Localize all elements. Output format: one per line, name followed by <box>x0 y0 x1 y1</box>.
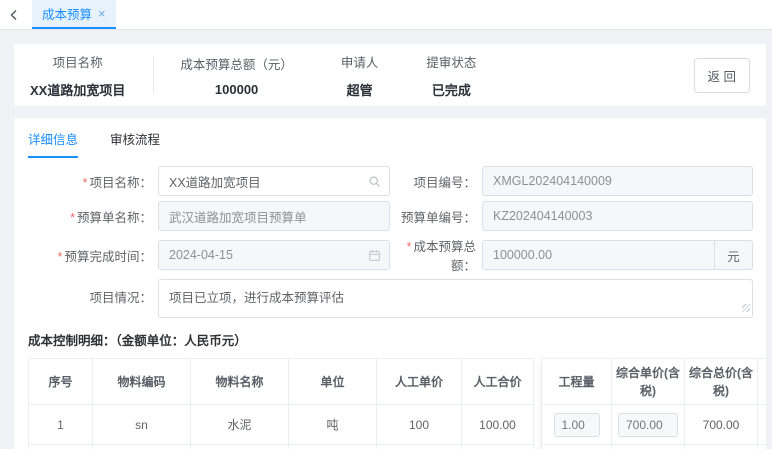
col-unit: 单位 <box>289 359 377 405</box>
form-row-3: *预算完成时间： *成本预算总额： 元 <box>28 236 766 274</box>
summary-label: 项目名称 <box>30 52 125 71</box>
col-labor-total: 人工合价 <box>462 359 534 405</box>
tab-close-icon[interactable]: × <box>98 7 106 20</box>
total-amount-input <box>482 240 715 270</box>
col-labor-price: 人工单价 <box>377 359 462 405</box>
form-row-2: *预算单名称： 预算单编号： <box>28 201 766 231</box>
cell-labor-total: 200.00 <box>462 445 534 449</box>
col-material-name: 物料名称 <box>191 359 289 405</box>
summary-total-budget: 成本预算总额（元） 100000 <box>180 54 293 97</box>
cost-detail-table: 序号 物料编码 物料名称 单位 人工单价 人工合价 1 sn 水泥 吨 100 … <box>28 358 766 449</box>
back-chevron-icon[interactable] <box>0 0 28 29</box>
col-composite-total-price: 综合总价(含税) <box>685 359 758 405</box>
project-code-label: 项目编号： <box>390 172 476 191</box>
required-mark: * <box>70 211 75 225</box>
cell-labor-price: 100 <box>377 405 462 445</box>
col-composite-unit-price: 综合单价(含税) <box>612 359 685 405</box>
required-mark: * <box>407 240 412 254</box>
required-mark: * <box>58 250 63 264</box>
main-card: 详细信息 审核流程 *项目名称： 项目编号： *预算单名称： 预算单编号： <box>14 118 766 449</box>
summary-review-status: 提审状态 已完成 <box>426 52 476 99</box>
summary-value: 已完成 <box>426 80 476 99</box>
col-material-code: 物料编码 <box>93 359 191 405</box>
cell-material-name: 水泥 <box>191 405 289 445</box>
cell-material-name: 钢筋 <box>191 445 289 449</box>
col-clipped <box>758 359 767 405</box>
summary-label: 申请人 <box>341 52 379 71</box>
page-tab-label: 成本预算 <box>42 4 92 23</box>
summary-project-name: 项目名称 XX道路加宽项目 <box>30 52 125 99</box>
project-name-label: *项目名称： <box>28 172 152 191</box>
cell-labor-price: 200 <box>377 445 462 449</box>
cost-table-right-clip[interactable]: 工程量 综合单价(含税) 综合总价(含税) 700.00 <box>541 358 766 449</box>
summary-label: 提审状态 <box>426 52 476 71</box>
budget-code-label: 预算单编号： <box>390 207 476 226</box>
cost-table-left: 序号 物料编码 物料名称 单位 人工单价 人工合价 1 sn 水泥 吨 100 … <box>28 358 534 449</box>
currency-unit-suffix: 元 <box>715 240 753 270</box>
project-desc-label: 项目情况： <box>28 287 152 306</box>
summary-card: 项目名称 XX道路加宽项目 成本预算总额（元） 100000 申请人 超管 提审… <box>14 44 766 106</box>
budget-code-input <box>482 201 753 231</box>
required-mark: * <box>83 176 88 190</box>
tab-detail-info[interactable]: 详细信息 <box>28 129 78 158</box>
budget-name-input <box>158 201 390 231</box>
table-row: 1 sn 水泥 吨 100 100.00 <box>29 405 534 445</box>
composite-unit-price-input <box>618 413 678 437</box>
summary-value: XX道路加宽项目 <box>30 80 125 99</box>
return-button[interactable]: 返 回 <box>694 58 750 93</box>
table-row: 2 gj 钢筋 吨 200 200.00 <box>29 445 534 449</box>
top-tab-bar: 成本预算 × <box>0 0 772 30</box>
summary-value: 100000 <box>180 82 293 97</box>
total-amount-label: *成本预算总额： <box>390 236 476 274</box>
col-seq: 序号 <box>29 359 93 405</box>
table-header-row: 工程量 综合单价(含税) 综合总价(含税) <box>542 359 767 405</box>
summary-label: 成本预算总额（元） <box>180 54 293 73</box>
cell-unit: 吨 <box>289 445 377 449</box>
cell-clipped <box>758 405 767 445</box>
cell-material-code: gj <box>93 445 191 449</box>
cell-seq: 1 <box>29 405 93 445</box>
table-row: 700.00 <box>542 405 767 445</box>
project-code-input <box>482 166 753 196</box>
budget-name-label: *预算单名称： <box>28 207 152 226</box>
budget-form: *项目名称： 项目编号： *预算单名称： 预算单编号： <box>28 166 766 318</box>
cell-seq: 2 <box>29 445 93 449</box>
table-row: 300.00 <box>542 445 767 449</box>
form-row-4: 项目情况： 项目已立项，进行成本预算评估 <box>28 279 766 318</box>
form-row-1: *项目名称： 项目编号： <box>28 166 766 196</box>
cell-labor-total: 100.00 <box>462 405 534 445</box>
summary-value: 超管 <box>341 80 379 99</box>
cost-table-right: 工程量 综合单价(含税) 综合总价(含税) 700.00 <box>541 358 766 449</box>
page-tab-cost-budget[interactable]: 成本预算 × <box>32 0 116 29</box>
tab-review-flow[interactable]: 审核流程 <box>110 129 160 158</box>
cell-clipped <box>758 445 767 449</box>
col-quantity: 工程量 <box>542 359 612 405</box>
cell-unit: 吨 <box>289 405 377 445</box>
cell-material-code: sn <box>93 405 191 445</box>
cell-composite-total: 300.00 <box>685 445 758 449</box>
cost-detail-section-title: 成本控制明细：（金额单位：人民币元） <box>28 330 766 349</box>
finish-date-input <box>158 240 390 270</box>
project-desc-textarea[interactable]: 项目已立项，进行成本预算评估 <box>158 279 753 318</box>
summary-divider <box>153 56 154 94</box>
table-header-row: 序号 物料编码 物料名称 单位 人工单价 人工合价 <box>29 359 534 405</box>
finish-date-label: *预算完成时间： <box>28 246 152 265</box>
detail-tabs: 详细信息 审核流程 <box>28 118 766 158</box>
summary-applicant: 申请人 超管 <box>341 52 379 99</box>
cell-composite-total: 700.00 <box>685 405 758 445</box>
quantity-input <box>554 413 600 437</box>
project-name-input[interactable] <box>158 166 390 196</box>
